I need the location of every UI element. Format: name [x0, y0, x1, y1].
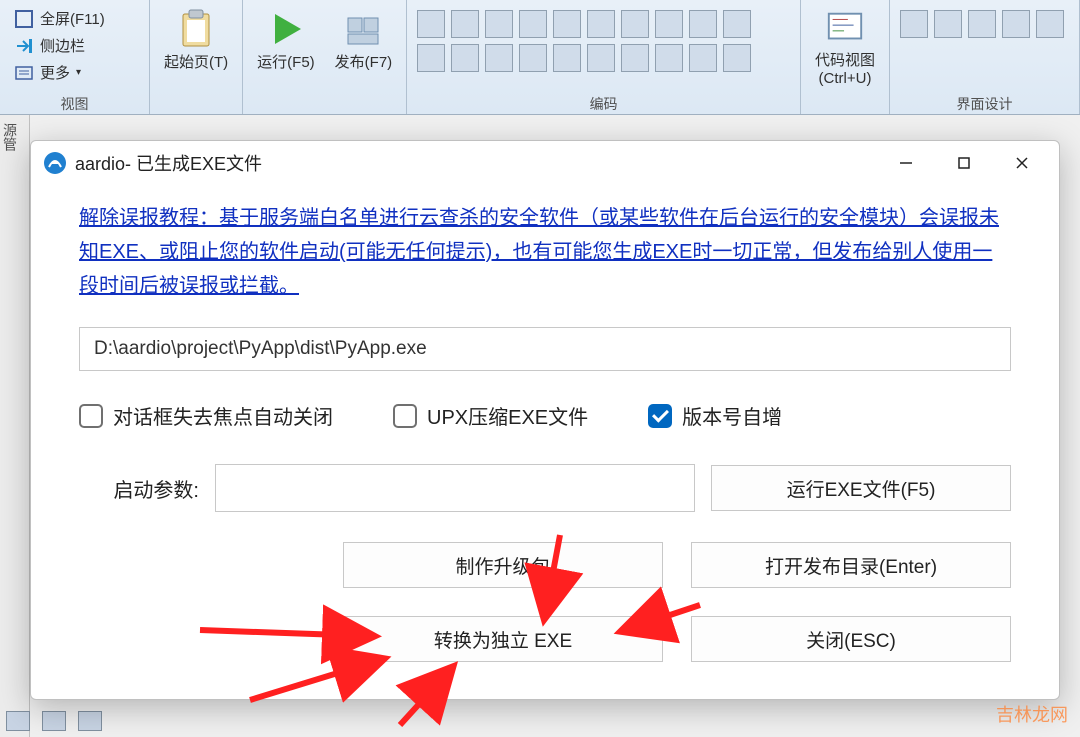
paste-icon[interactable]: [519, 10, 547, 38]
align-icon[interactable]: [587, 44, 615, 72]
search-icon[interactable]: [621, 10, 649, 38]
ui-tool-icon[interactable]: [934, 10, 962, 38]
edit-tool-icon[interactable]: [417, 10, 445, 38]
button-label: 代码视图: [815, 52, 875, 70]
convert-standalone-button[interactable]: 转换为独立 EXE: [343, 616, 663, 662]
ui-tool-icon[interactable]: [1002, 10, 1030, 38]
ui-tool-icon[interactable]: [900, 10, 928, 38]
tool-icon[interactable]: [723, 10, 751, 38]
ui-tool-icon[interactable]: [968, 10, 996, 38]
align-icon[interactable]: [485, 44, 513, 72]
version-inc-checkbox[interactable]: 版本号自增: [648, 401, 782, 430]
clipboard-icon: [175, 8, 217, 50]
group-label-view: 视图: [0, 92, 149, 114]
checkbox-label: 对话框失去焦点自动关闭: [113, 401, 333, 430]
fullscreen-button[interactable]: 全屏(F11): [10, 6, 109, 31]
align-icon[interactable]: [723, 44, 751, 72]
align-icon[interactable]: [689, 44, 717, 72]
sidebar-button[interactable]: 侧边栏: [10, 33, 109, 58]
align-icon[interactable]: [655, 44, 683, 72]
minimize-icon: [899, 156, 913, 170]
titlebar: aardio- 已生成EXE文件: [31, 141, 1059, 185]
maximize-button[interactable]: [935, 143, 993, 183]
redo-icon[interactable]: [587, 10, 615, 38]
button-shortcut: (Ctrl+U): [819, 70, 872, 88]
maximize-icon: [957, 156, 971, 170]
bottom-tool-icons: [6, 711, 102, 731]
make-upgrade-button[interactable]: 制作升级包: [343, 542, 663, 588]
warning-tutorial-link[interactable]: 解除误报教程：基于服务端白名单进行云查杀的安全软件（或某些软件在后台运行的安全模…: [79, 201, 1011, 303]
open-publish-dir-button[interactable]: 打开发布目录(Enter): [691, 542, 1011, 588]
more-icon: [14, 63, 34, 83]
group-label-ui: 界面设计: [890, 92, 1079, 114]
button-label: 发布(F7): [335, 54, 393, 72]
publish-button[interactable]: 发布(F7): [325, 4, 403, 92]
run-button[interactable]: 运行(F5): [247, 4, 325, 92]
align-icon[interactable]: [417, 44, 445, 72]
upx-checkbox[interactable]: UPX压缩EXE文件: [393, 401, 588, 430]
startpage-button[interactable]: 起始页(T): [154, 4, 238, 92]
button-label: 起始页(T): [164, 54, 228, 72]
replace-icon[interactable]: [655, 10, 683, 38]
align-icon[interactable]: [621, 44, 649, 72]
button-label: 更多: [40, 62, 70, 83]
group-label-edit: 编码: [407, 92, 800, 114]
copy-icon[interactable]: [485, 10, 513, 38]
tool-icon[interactable]: [78, 711, 102, 731]
tool-icon[interactable]: [42, 711, 66, 731]
checkbox-icon: [393, 404, 417, 428]
tool-icon[interactable]: [6, 711, 30, 731]
button-label: 运行(F5): [257, 54, 315, 72]
exe-path-input[interactable]: [79, 327, 1011, 371]
close-icon: [1015, 156, 1029, 170]
fullscreen-icon: [14, 9, 34, 29]
sidebar-icon: [14, 36, 34, 56]
app-icon: [43, 151, 67, 175]
undo-icon[interactable]: [553, 10, 581, 38]
button-label: 侧边栏: [40, 35, 85, 56]
run-exe-button[interactable]: 运行EXE文件(F5): [711, 465, 1011, 511]
checkbox-icon-checked: [648, 404, 672, 428]
panel-tab-label: 源管: [0, 115, 20, 151]
minimize-button[interactable]: [877, 143, 935, 183]
codeview-button[interactable]: 代码视图 (Ctrl+U): [805, 4, 885, 92]
ribbon-toolbar: 全屏(F11) 侧边栏 更多 ▾ 视图 起始页(T): [0, 0, 1080, 115]
checkbox-icon: [79, 404, 103, 428]
align-icon[interactable]: [451, 44, 479, 72]
launch-param-input[interactable]: [215, 464, 695, 512]
cut-icon[interactable]: [451, 10, 479, 38]
dialog-title: aardio- 已生成EXE文件: [75, 150, 262, 176]
auto-close-checkbox[interactable]: 对话框失去焦点自动关闭: [79, 401, 333, 430]
code-icon: [824, 8, 866, 48]
ui-tool-icon[interactable]: [1036, 10, 1064, 38]
checkbox-label: UPX压缩EXE文件: [427, 401, 588, 430]
left-panel-stub: 源管: [0, 115, 30, 737]
more-button[interactable]: 更多 ▾: [10, 60, 109, 85]
close-window-button[interactable]: [993, 143, 1051, 183]
param-label: 启动参数:: [79, 474, 199, 503]
close-dialog-button[interactable]: 关闭(ESC): [691, 616, 1011, 662]
checkbox-label: 版本号自增: [682, 401, 782, 430]
exe-generated-dialog: aardio- 已生成EXE文件 解除误报教程：基于服务端白名单进行云查杀的安全…: [30, 140, 1060, 700]
chevron-down-icon: ▾: [76, 67, 81, 78]
align-icon[interactable]: [519, 44, 547, 72]
watermark: 吉林龙网: [996, 701, 1068, 727]
zoom-icon[interactable]: [689, 10, 717, 38]
play-icon: [265, 8, 307, 50]
publish-icon: [342, 8, 384, 50]
align-icon[interactable]: [553, 44, 581, 72]
button-label: 全屏(F11): [40, 8, 105, 29]
